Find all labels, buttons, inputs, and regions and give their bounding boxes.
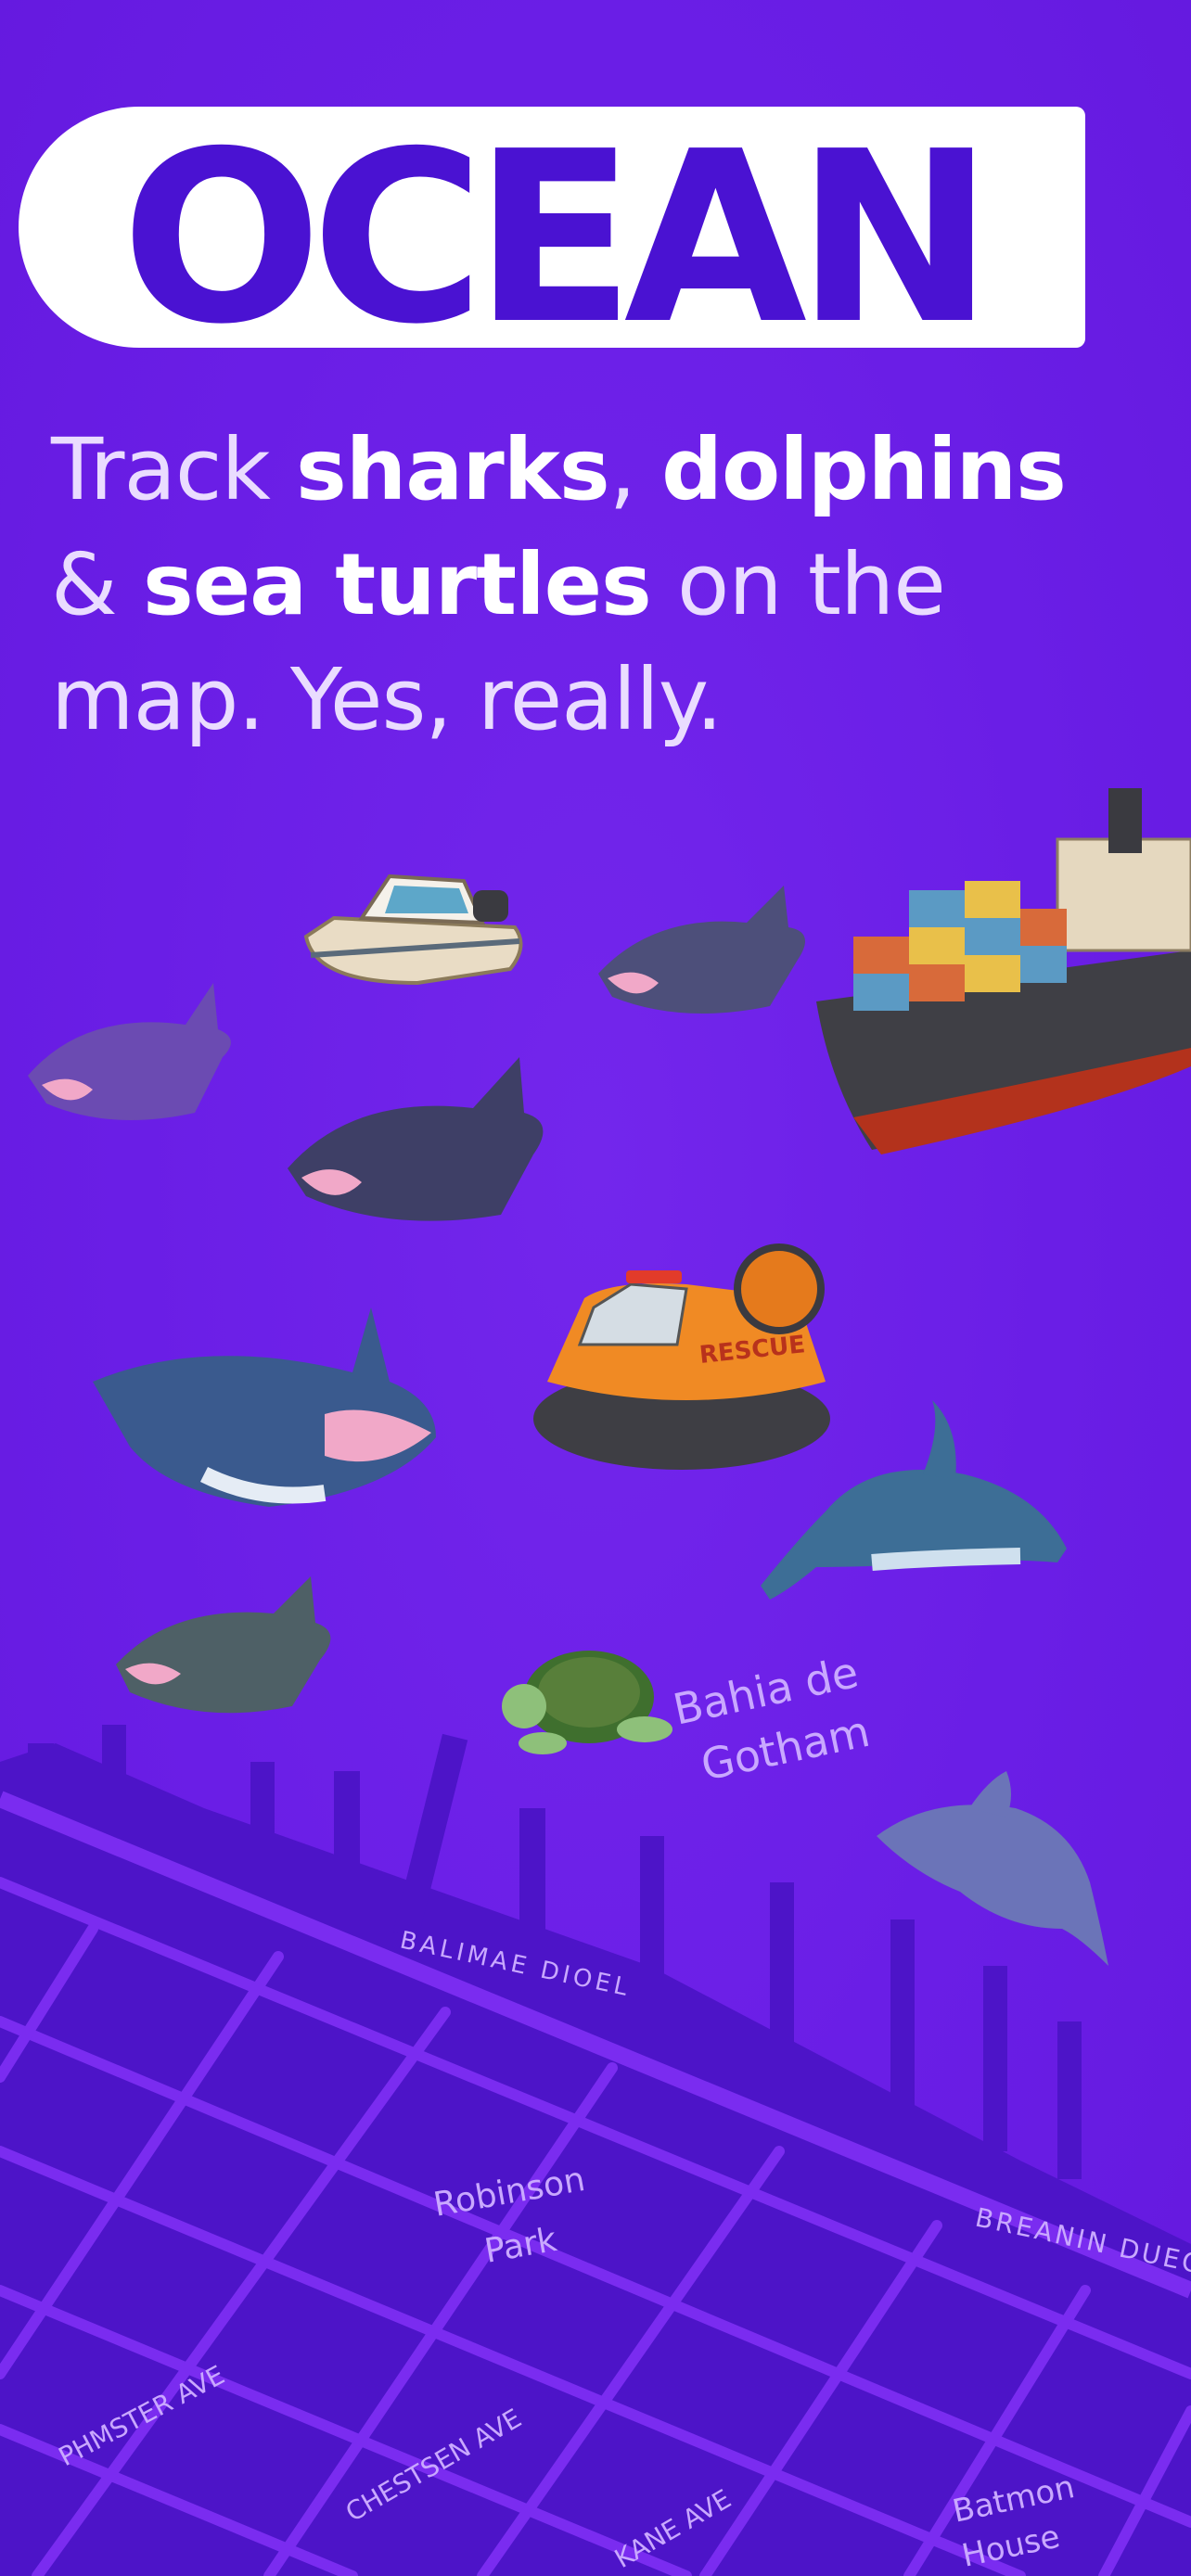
cargo-ship-icon[interactable] — [816, 788, 1191, 1154]
rescue-hovercraft-icon[interactable]: RESCUE — [533, 1243, 830, 1470]
shark-icon[interactable] — [93, 1307, 436, 1507]
sea-turtle-icon[interactable] — [502, 1651, 672, 1754]
shark-icon[interactable] — [28, 983, 231, 1120]
speedboat-icon[interactable] — [303, 874, 523, 986]
shark-icon[interactable] — [598, 886, 805, 1014]
shark-icon[interactable] — [288, 1057, 544, 1221]
shark-icon[interactable] — [116, 1576, 331, 1714]
map-scene: Bahia de Gotham BALIMAE DIOEL BREANIN DU… — [0, 788, 1191, 2576]
